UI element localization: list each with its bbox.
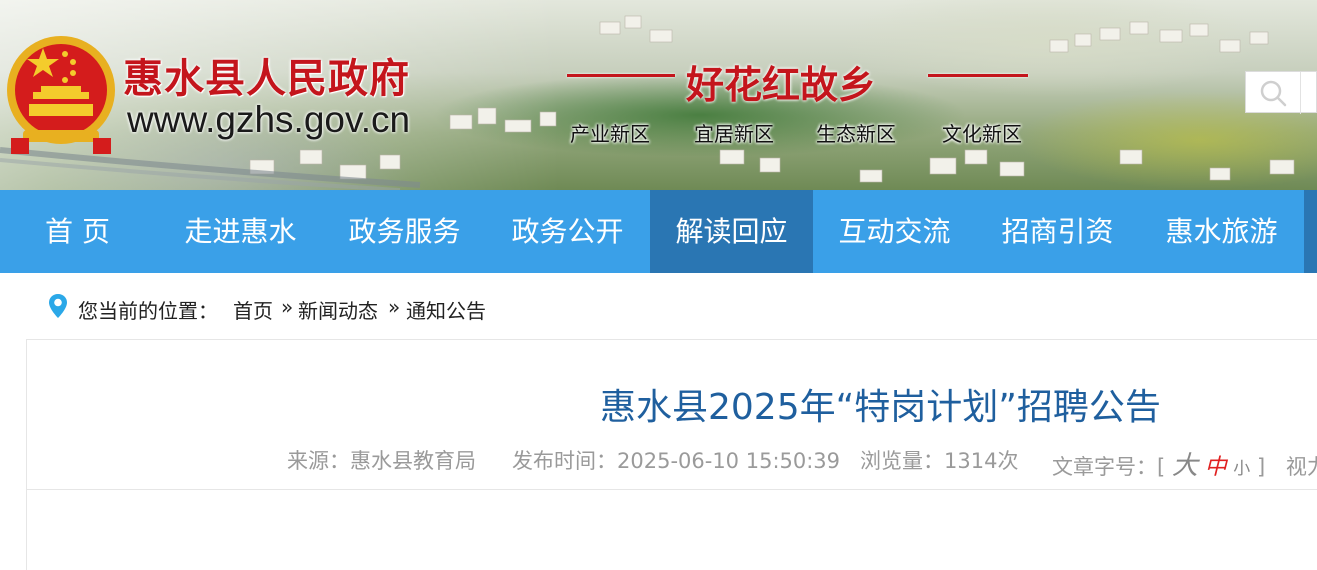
header-banner: 惠水县人民政府 www.gzhs.gov.cn 好花红故乡 产业新区 宜居新区 … (0, 0, 1317, 190)
breadcrumb-separator: » (388, 295, 401, 319)
slogan: 好花红故乡 (686, 62, 877, 107)
slogan-line-right (928, 74, 1028, 77)
search-divider (1300, 72, 1301, 114)
article-publish-time: 发布时间：2025-06-10 15:50:39 (512, 449, 841, 473)
location-pin-icon (49, 294, 67, 318)
font-size-bracket-open: [ (1157, 455, 1166, 479)
article-title: 惠水县2025年“特岗计划”招聘公告 (600, 387, 1161, 428)
zone-link-livable[interactable]: 宜居新区 (694, 118, 774, 147)
article-view-count: 浏览量：1314次 (860, 449, 1019, 473)
article-source: 来源：惠水县教育局 (287, 449, 476, 473)
nav-next-item[interactable] (1304, 190, 1317, 273)
breadcrumb-home[interactable]: 首页 (233, 295, 273, 324)
meta-divider (27, 489, 1317, 490)
nav-interaction[interactable]: 互动交流 (813, 190, 976, 273)
search-icon (1260, 80, 1287, 107)
font-size-control: 文章字号：[ 大 中 小 ] 视力 (1052, 445, 1317, 482)
font-size-large-button[interactable]: 大 (1172, 451, 1198, 481)
nav-tourism[interactable]: 惠水旅游 (1140, 190, 1303, 273)
breadcrumb-label: 您当前的位置： (78, 299, 218, 323)
zone-link-culture[interactable]: 文化新区 (942, 118, 1022, 147)
site-domain: www.gzhs.gov.cn (127, 99, 411, 140)
site-title: 惠水县人民政府 (123, 55, 410, 102)
nav-government-services[interactable]: 政务服务 (323, 190, 486, 273)
breadcrumb-news[interactable]: 新闻动态 (298, 295, 378, 324)
font-size-medium-button[interactable]: 中 (1205, 455, 1227, 480)
breadcrumb-separator: » (281, 295, 294, 319)
slogan-line-left (567, 74, 675, 77)
breadcrumb-notices[interactable]: 通知公告 (406, 295, 486, 324)
search-button[interactable] (1245, 71, 1317, 114)
nav-home[interactable]: 首 页 (0, 190, 155, 273)
zone-link-industry[interactable]: 产业新区 (570, 118, 650, 147)
main-nav: 首 页 走进惠水 政务服务 政务公开 解读回应 互动交流 招商引资 惠水旅游 (0, 190, 1317, 273)
font-size-small-button[interactable]: 小 (1233, 459, 1250, 479)
zone-link-ecology[interactable]: 生态新区 (816, 118, 896, 147)
vision-mode-button[interactable]: 视力 (1286, 455, 1317, 479)
font-size-bracket-close: ] (1256, 455, 1266, 479)
national-emblem-icon (7, 36, 115, 154)
nav-about-huishui[interactable]: 走进惠水 (159, 190, 322, 273)
font-size-label: 文章字号： (1052, 455, 1157, 479)
nav-investment[interactable]: 招商引资 (976, 190, 1139, 273)
nav-interpretation[interactable]: 解读回应 (650, 190, 813, 273)
nav-government-affairs[interactable]: 政务公开 (486, 190, 649, 273)
